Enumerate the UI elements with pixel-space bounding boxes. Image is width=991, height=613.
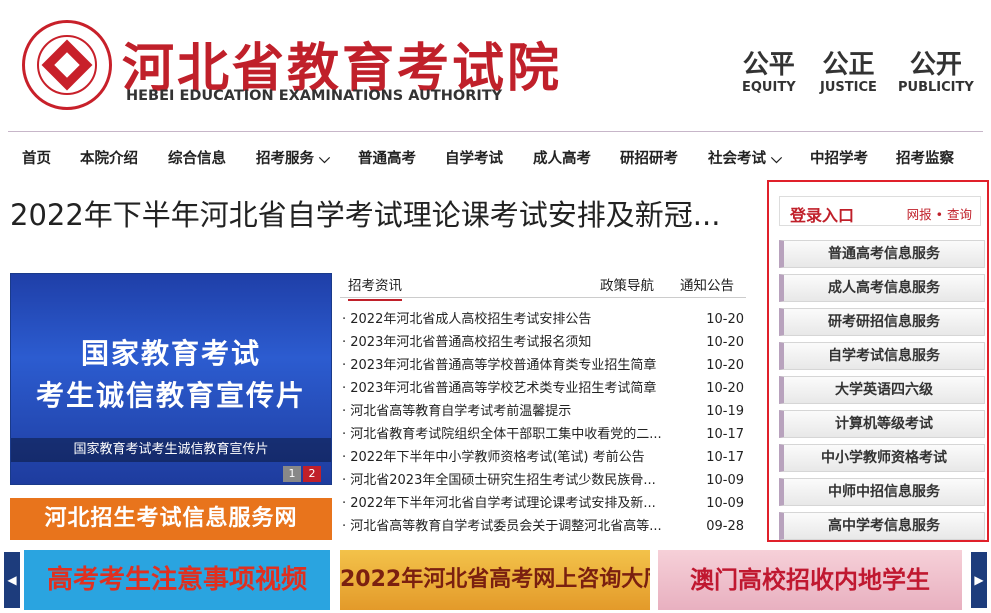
news-title[interactable]: · 2023年河北省普通高等学校艺术类专业招生考试简章 — [342, 377, 687, 400]
info-service-link[interactable]: 河北招生考试信息服务网 — [10, 498, 332, 540]
banner-caption[interactable]: 国家教育考试考生诚信教育宣传片 — [11, 438, 331, 462]
news-title[interactable]: · 2023年河北省普通高校招生考试报名须知 — [342, 331, 687, 354]
banner-line-1: 国家教育考试 — [80, 337, 261, 370]
list-item[interactable]: · 2022年下半年中小学教师资格考试(笔试) 考前公告 10-17 — [342, 446, 746, 469]
motto-cn: 公正 — [822, 50, 875, 80]
service-button-gaokao[interactable]: 普通高考信息服务 — [779, 240, 985, 268]
nav-gaokao[interactable]: 普通高考 — [358, 147, 416, 168]
nav-home[interactable]: 首页 — [22, 147, 51, 168]
motto-cn: 公平 — [742, 50, 795, 80]
tab-admission-news[interactable]: 招考资讯 — [348, 274, 402, 301]
nav-general-info[interactable]: 综合信息 — [168, 147, 226, 168]
login-title[interactable]: 登录入口 — [790, 202, 854, 226]
list-item[interactable]: · 2023年河北省普通高校招生考试报名须知 10-20 — [342, 331, 746, 354]
nav-about[interactable]: 本院介绍 — [80, 147, 138, 168]
nav-adult-exam[interactable]: 成人高考 — [533, 147, 591, 168]
login-links[interactable]: 网报 • 查询 — [907, 204, 972, 223]
video-banner[interactable]: 国家教育考试 考生诚信教育宣传片 国家教育考试考生诚信教育宣传片 1 2 — [10, 273, 332, 485]
tab-notices[interactable]: 通知公告 — [680, 274, 734, 294]
banner-page-2[interactable]: 2 — [303, 466, 321, 482]
nav-postgrad-exam[interactable]: 研招研考 — [620, 147, 678, 168]
nav-social-exams[interactable]: 社会考试 ⌵ — [708, 147, 782, 168]
news-date: 10-17 — [706, 427, 744, 442]
banner-line-2: 考生诚信教育宣传片 — [35, 379, 306, 412]
service-button-computer[interactable]: 计算机等级考试 — [779, 410, 985, 438]
motto-en: JUSTICE — [820, 80, 877, 95]
news-date: 10-20 — [706, 312, 744, 327]
banner-page-1[interactable]: 1 — [283, 466, 301, 482]
news-date: 10-09 — [706, 473, 744, 488]
list-item[interactable]: · 河北省2023年全国硕士研究生招生考试少数民族骨... 10-09 — [342, 469, 746, 492]
news-title[interactable]: · 河北省教育考试院组织全体干部职工集中收看党的二... — [342, 423, 687, 446]
nav-supervision[interactable]: 招考监察 — [896, 147, 954, 168]
news-title[interactable]: · 河北省高等教育自学考试委员会关于调整河北省高等... — [342, 515, 687, 538]
news-date: 09-28 — [706, 519, 744, 534]
motto-publicity: 公开 PUBLICITY — [898, 50, 974, 95]
news-title[interactable]: · 2023年河北省普通高等学校普通体育类专业招生简章 — [342, 354, 687, 377]
news-title[interactable]: · 河北省2023年全国硕士研究生招生考试少数民族骨... — [342, 469, 687, 492]
list-item[interactable]: · 河北省高等教育自学考试考前温馨提示 10-19 — [342, 400, 746, 423]
bottom-banner-strip: ◀ 高考考生注意事项视频 2022年河北省高考网上咨询大厅 澳门高校招收内地学生… — [0, 550, 991, 613]
motto-cn: 公开 — [909, 50, 962, 80]
service-button-zhongzhao[interactable]: 中师中招信息服务 — [779, 478, 985, 506]
list-item[interactable]: · 河北省教育考试院组织全体干部职工集中收看党的二... 10-17 — [342, 423, 746, 446]
news-list: · 2022年河北省成人高校招生考试安排公告 10-20 · 2023年河北省普通… — [342, 308, 746, 538]
authority-seal-logo[interactable] — [22, 20, 112, 110]
list-item[interactable]: · 河北省高等教育自学考试委员会关于调整河北省高等... 09-28 — [342, 515, 746, 538]
tab-policy-guide[interactable]: 政策导航 — [600, 274, 654, 294]
service-button-teacher[interactable]: 中小学教师资格考试 — [779, 444, 985, 472]
service-button-cet[interactable]: 大学英语四六级 — [779, 376, 985, 404]
nav-self-study-exam[interactable]: 自学考试 — [445, 147, 503, 168]
login-sidebar: 登录入口 网报 • 查询 普通高考信息服务 成人高考信息服务 研考研招信息服务 … — [767, 180, 989, 542]
news-date: 10-20 — [706, 358, 744, 373]
headline-link[interactable]: 2022年下半年河北省自学考试理论课考试安排及新冠... — [10, 192, 750, 234]
banner-pager: 1 2 — [281, 466, 321, 482]
service-button-postgrad[interactable]: 研考研招信息服务 — [779, 308, 985, 336]
prev-arrow-icon[interactable]: ◀ — [4, 552, 20, 608]
list-item[interactable]: · 2022年河北省成人高校招生考试安排公告 10-20 — [342, 308, 746, 331]
motto-en: PUBLICITY — [898, 80, 974, 95]
list-item[interactable]: · 2023年河北省普通高等学校普通体育类专业招生简章 10-20 — [342, 354, 746, 377]
nav-admission-services[interactable]: 招考服务 ⌵ — [256, 147, 330, 168]
news-title[interactable]: · 2022年下半年中小学教师资格考试(笔试) 考前公告 — [342, 446, 687, 469]
nav-top-divider — [8, 131, 983, 132]
news-date: 10-17 — [706, 450, 744, 465]
bottom-banner-macau[interactable]: 澳门高校招收内地学生 — [658, 550, 962, 610]
news-date: 10-20 — [706, 335, 744, 350]
motto-equity: 公平 EQUITY — [742, 50, 796, 95]
news-date: 10-19 — [706, 404, 744, 419]
login-header: 登录入口 网报 • 查询 — [779, 196, 981, 226]
news-title[interactable]: · 2022年河北省成人高校招生考试安排公告 — [342, 308, 687, 331]
brand-name-en: HEBEI EDUCATION EXAMINATIONS AUTHORITY — [126, 88, 503, 104]
bottom-banner-video[interactable]: 高考考生注意事项视频 — [24, 550, 330, 610]
list-item[interactable]: · 2023年河北省普通高等学校艺术类专业招生考试简章 10-20 — [342, 377, 746, 400]
news-date: 10-20 — [706, 381, 744, 396]
service-button-xuekao[interactable]: 高中学考信息服务 — [779, 512, 985, 540]
site-header: 河北省教育考试院 HEBEI EDUCATION EXAMINATIONS AU… — [0, 0, 991, 128]
news-date: 10-09 — [706, 496, 744, 511]
nav-zhongkao[interactable]: 中招学考 — [810, 147, 868, 168]
motto-en: EQUITY — [742, 80, 796, 95]
list-item[interactable]: · 2022年下半年河北省自学考试理论课考试安排及新... 10-09 — [342, 492, 746, 515]
news-title[interactable]: · 河北省高等教育自学考试考前温馨提示 — [342, 400, 687, 423]
service-button-adult[interactable]: 成人高考信息服务 — [779, 274, 985, 302]
motto-justice: 公正 JUSTICE — [820, 50, 877, 95]
service-button-self-study[interactable]: 自学考试信息服务 — [779, 342, 985, 370]
bottom-banner-consult[interactable]: 2022年河北省高考网上咨询大厅 — [340, 550, 650, 610]
news-title[interactable]: · 2022年下半年河北省自学考试理论课考试安排及新... — [342, 492, 687, 515]
main-nav: 首页 本院介绍 综合信息 招考服务 ⌵ 普通高考 自学考试 成人高考 研招研考 … — [8, 140, 983, 174]
next-arrow-icon[interactable]: ▶ — [971, 552, 987, 608]
news-tabs: 招考资讯 政策导航 通知公告 — [340, 268, 746, 301]
